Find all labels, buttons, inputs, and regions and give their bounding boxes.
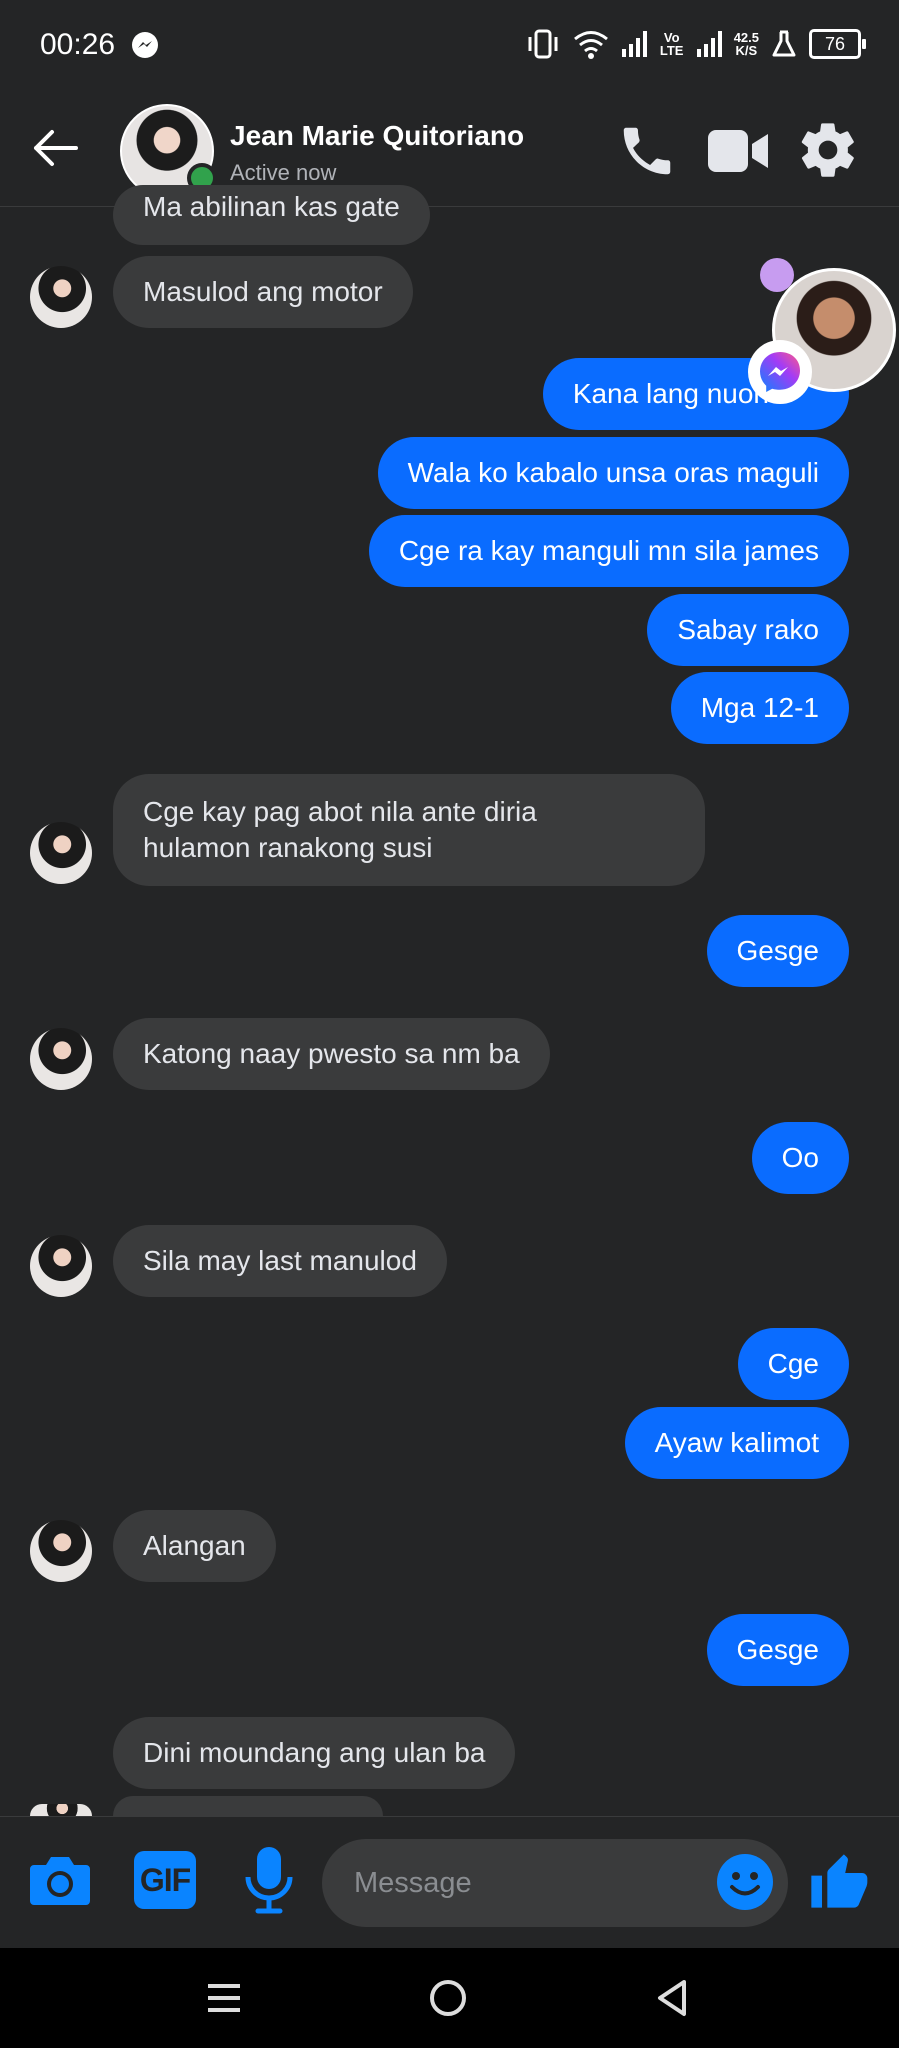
message-bubble[interactable]: Ayaw kalimot (624, 1407, 849, 1479)
contact-avatar-small (30, 1028, 92, 1090)
message-bubble-partial (113, 1796, 383, 1816)
recent-apps-icon[interactable] (206, 1982, 242, 2014)
message-bubble[interactable]: Gesge (706, 1614, 849, 1686)
message-bubble[interactable]: Oo (751, 1122, 849, 1194)
home-icon[interactable] (430, 1980, 466, 2016)
back-triangle-icon[interactable] (656, 1978, 688, 2018)
composer-bar: GIF (0, 1816, 899, 1949)
thumbs-up-icon[interactable] (806, 1849, 870, 1913)
flask-icon (772, 30, 796, 57)
message-bubble[interactable]: Mga 12-1 (670, 672, 849, 744)
contact-name[interactable]: Jean Marie Quitoriano (230, 120, 524, 152)
network-speed: 42.5 K/S (734, 31, 759, 57)
message-bubble[interactable]: Dini moundang ang ulan ba (113, 1717, 516, 1789)
network-speed-unit: K/S (735, 43, 758, 58)
message-bubble[interactable]: Alangan (113, 1510, 276, 1582)
status-bar: 00:26 Vo LTE 42.5 K/S 76 (0, 0, 899, 90)
contact-avatar-small (30, 266, 92, 328)
video-camera-icon[interactable] (706, 122, 770, 180)
message-bubble[interactable]: Masulod ang motor (113, 256, 413, 328)
back-arrow-icon[interactable] (30, 128, 80, 168)
message-line: hulamon ranakong susi (143, 832, 433, 863)
gif-button[interactable]: GIF (134, 1851, 196, 1909)
signal-icon (621, 31, 647, 57)
message-bubble[interactable]: Sabay rako (647, 594, 849, 666)
message-bubble[interactable]: Gesge (706, 915, 849, 987)
camera-icon[interactable] (28, 1851, 92, 1909)
message-bubble[interactable]: Sila may last manulod (113, 1225, 447, 1297)
gear-icon[interactable] (796, 118, 860, 182)
microphone-icon[interactable] (242, 1845, 296, 1915)
message-line: Cge kay pag abot nila ante diria (143, 796, 537, 827)
message-bubble[interactable]: Ma abilinan kas gate (113, 185, 430, 245)
messenger-icon[interactable] (748, 340, 812, 404)
messenger-notification-icon (132, 32, 158, 58)
vibrate-icon (528, 29, 558, 59)
contact-avatar-small (30, 822, 92, 884)
emoji-icon[interactable] (716, 1853, 774, 1911)
battery-indicator: 76 (809, 29, 866, 59)
message-bubble[interactable]: Katong naay pwesto sa nm ba (113, 1018, 550, 1090)
system-navigation-bar (0, 1948, 899, 2048)
contact-avatar-small (30, 1235, 92, 1297)
status-icons: Vo LTE 42.5 K/S 76 (526, 24, 866, 64)
status-time: 00:26 (40, 28, 116, 61)
signal-icon-2 (696, 31, 722, 57)
phone-icon[interactable] (616, 120, 678, 182)
wifi-icon (573, 31, 608, 59)
contact-status: Active now (230, 160, 337, 185)
message-bubble-multiline[interactable]: Cge kay pag abot nila ante diria hulamon… (113, 774, 705, 886)
message-bubble[interactable]: Cge ra kay manguli mn sila james (368, 515, 849, 587)
message-bubble[interactable]: Wala ko kabalo unsa oras maguli (377, 437, 849, 509)
message-bubble[interactable]: Cge (737, 1328, 849, 1400)
contact-avatar-small (30, 1520, 92, 1582)
contact-avatar-small (30, 1804, 92, 1816)
lte-indicator: Vo LTE (659, 30, 684, 58)
